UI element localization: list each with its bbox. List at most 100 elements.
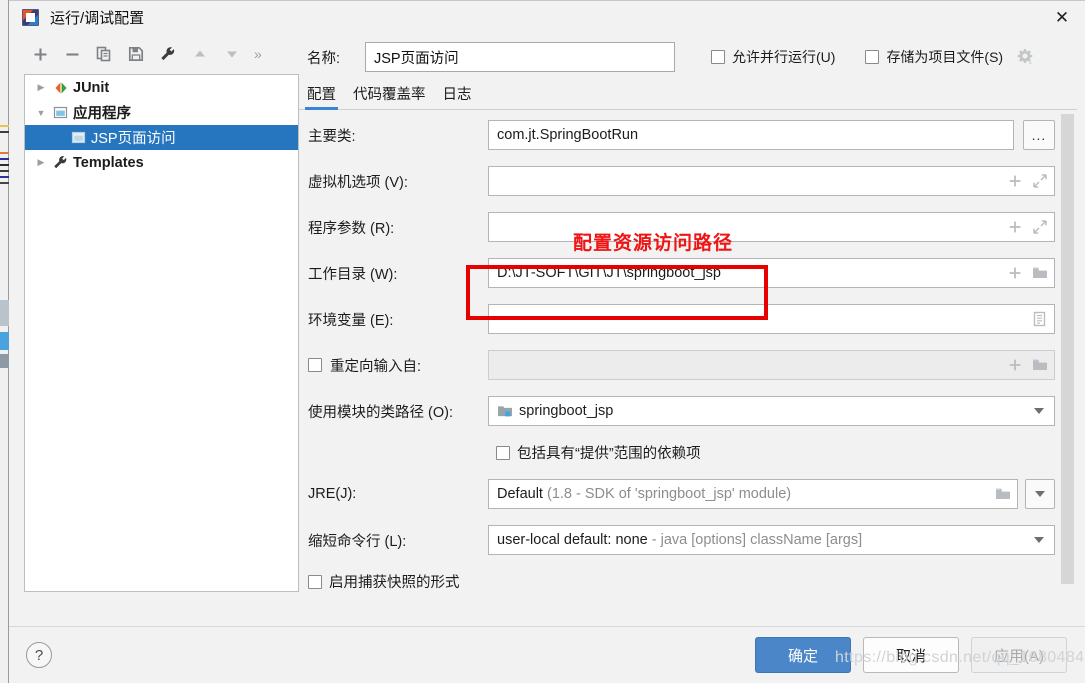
tab-configuration[interactable]: 配置 <box>305 83 338 110</box>
add-configuration-button[interactable] <box>24 39 56 69</box>
name-label: 名称: <box>307 50 341 67</box>
folder-icon[interactable] <box>1031 265 1048 282</box>
wrench-icon <box>51 155 70 170</box>
use-classpath-of-module-label: 使用模块的类路径 (O): <box>308 404 453 421</box>
environment-variables-row: 环境变量 (E): <box>308 304 1055 334</box>
chevron-right-icon[interactable]: ▶ <box>31 82 51 93</box>
name-input[interactable] <box>365 42 675 72</box>
ok-button[interactable]: 确定 <box>755 637 851 673</box>
environment-variables-label: 环境变量 (E): <box>308 312 394 329</box>
tree-node-junit[interactable]: ▶ JUnit <box>25 75 298 100</box>
tree-node-label: JSP页面访问 <box>91 131 176 147</box>
checkbox-box[interactable] <box>865 50 880 64</box>
chevron-right-icon[interactable]: ▶ <box>31 157 51 168</box>
plus-icon[interactable] <box>1006 173 1023 190</box>
junit-icon <box>51 81 70 95</box>
folder-icon[interactable] <box>1031 357 1048 374</box>
enable-snapshot-row: 启用捕获快照的形式 <box>308 571 1055 592</box>
scrollbar-thumb[interactable] <box>1061 114 1074 584</box>
use-classpath-of-module-value: springboot_jsp <box>519 403 614 419</box>
main-class-input[interactable]: com.jt.SpringBootRun <box>488 120 1014 150</box>
jre-label: JRE(J): <box>308 486 357 502</box>
application-icon <box>69 130 88 145</box>
tree-node-label: Templates <box>73 154 144 171</box>
tree-node-jsp-page-access[interactable]: JSP页面访问 <box>25 125 298 150</box>
chevron-down-icon[interactable] <box>1026 526 1052 554</box>
vm-options-label: 虚拟机选项 (V): <box>308 174 408 191</box>
include-provided-scope-checkbox[interactable]: 包括具有“提供”范围的依赖项 <box>496 442 701 463</box>
redirect-input-checkbox[interactable]: 重定向输入自: <box>308 355 488 376</box>
dialog-titlebar: 运行/调试配置 ✕ <box>9 1 1085 34</box>
dialog-footer: ? 确定 取消 应用(A) <box>9 626 1085 683</box>
wrench-icon[interactable] <box>152 39 184 69</box>
background-editor-strip <box>0 0 9 683</box>
plus-icon[interactable] <box>1006 219 1023 236</box>
dialog-title: 运行/调试配置 <box>50 10 145 27</box>
jre-combo[interactable]: Default (1.8 - SDK of 'springboot_jsp' m… <box>488 479 1018 509</box>
cancel-button[interactable]: 取消 <box>863 637 959 673</box>
save-configuration-button[interactable] <box>120 39 152 69</box>
configurations-tree[interactable]: ▶ JUnit ▼ 应用程序 JSP页面访问 ▶ Templates <box>24 74 299 592</box>
tree-node-templates[interactable]: ▶ Templates <box>25 150 298 175</box>
move-up-button[interactable] <box>184 39 216 69</box>
redirect-input-field[interactable] <box>488 350 1055 380</box>
shorten-command-line-combo[interactable]: user-local default: none - java [options… <box>488 525 1055 555</box>
store-as-project-file-checkbox[interactable]: 存储为项目文件(S) <box>865 47 1003 67</box>
configuration-editor-pane: 名称: 允许并行运行(U) 存储为项目文件(S) <box>299 34 1085 626</box>
allow-parallel-run-checkbox[interactable]: 允许并行运行(U) <box>711 47 835 67</box>
annotation-text: 配置资源访问路径 <box>573 233 734 254</box>
plus-icon[interactable] <box>1006 357 1023 374</box>
folder-icon[interactable] <box>994 486 1011 503</box>
tree-node-label: 应用程序 <box>73 106 131 122</box>
checkbox-box[interactable] <box>711 50 725 64</box>
environment-variables-input[interactable] <box>488 304 1055 334</box>
help-button[interactable]: ? <box>26 642 52 668</box>
dialog-body: » ▶ JUnit ▼ 应用程序 JSP页面访问 ▶ Templates 名称:… <box>9 34 1085 626</box>
list-icon[interactable] <box>1031 311 1048 328</box>
program-arguments-label: 程序参数 (R): <box>308 220 395 237</box>
checkbox-box[interactable] <box>496 445 510 460</box>
checkbox-label: 存储为项目文件(S) <box>886 49 1004 65</box>
enable-snapshot-checkbox[interactable]: 启用捕获快照的形式 <box>308 571 460 592</box>
main-class-browse-button[interactable]: ... <box>1023 120 1055 150</box>
enable-snapshot-label: 启用捕获快照的形式 <box>329 575 460 591</box>
main-class-value: com.jt.SpringBootRun <box>497 127 639 143</box>
tab-code-coverage[interactable]: 代码覆盖率 <box>353 83 426 109</box>
chevron-down-icon[interactable]: ▼ <box>31 108 51 118</box>
jre-row: JRE(J): Default (1.8 - SDK of 'springboo… <box>308 479 1055 509</box>
tab-logs[interactable]: 日志 <box>443 83 472 109</box>
tree-node-label: JUnit <box>73 79 110 96</box>
configuration-form-scroll: 主要类: com.jt.SpringBootRun ... 虚拟机选项 (V): <box>299 110 1077 626</box>
tree-node-application[interactable]: ▼ 应用程序 <box>25 100 298 125</box>
working-directory-input[interactable]: D:\JT-SOFT\GIT\JT\springboot_jsp <box>488 258 1055 288</box>
move-down-button[interactable] <box>216 39 248 69</box>
working-directory-label: 工作目录 (W): <box>308 266 398 283</box>
jre-dropdown-button[interactable] <box>1025 479 1055 509</box>
checkbox-box[interactable] <box>308 574 322 589</box>
checkbox-box[interactable] <box>308 358 322 372</box>
close-icon[interactable]: ✕ <box>1039 1 1085 34</box>
form-vertical-scrollbar[interactable] <box>1061 114 1074 616</box>
apply-button[interactable]: 应用(A) <box>971 637 1067 673</box>
main-class-row: 主要类: com.jt.SpringBootRun ... <box>308 120 1055 150</box>
configurations-toolbar: » <box>18 34 299 74</box>
application-icon <box>51 105 70 120</box>
gear-dropdown-icon[interactable] <box>1015 47 1035 67</box>
jre-value-detail: (1.8 - SDK of 'springboot_jsp' module) <box>546 486 792 502</box>
expand-icon[interactable] <box>1031 219 1048 236</box>
redirect-input-label: 重定向输入自: <box>330 358 422 375</box>
run-debug-configurations-dialog: 运行/调试配置 ✕ » ▶ JUnit ▼ 应用程序 JSP页面访问 ▶ Tem… <box>9 0 1085 683</box>
use-classpath-of-module-combo[interactable]: springboot_jsp <box>488 396 1055 426</box>
jre-value: Default <box>497 486 543 502</box>
expand-icon[interactable] <box>1031 173 1048 190</box>
remove-configuration-button[interactable] <box>56 39 88 69</box>
idea-app-icon <box>22 9 39 26</box>
checkbox-label: 允许并行运行(U) <box>732 49 836 65</box>
copy-configuration-button[interactable] <box>88 39 120 69</box>
vm-options-input[interactable] <box>488 166 1055 196</box>
plus-icon[interactable] <box>1006 265 1023 282</box>
include-provided-scope-row: 包括具有“提供”范围的依赖项 <box>308 442 1055 463</box>
chevron-down-icon[interactable] <box>1026 397 1052 425</box>
toolbar-overflow-button[interactable]: » <box>254 46 262 62</box>
redirect-input-row: 重定向输入自: <box>308 350 1055 380</box>
